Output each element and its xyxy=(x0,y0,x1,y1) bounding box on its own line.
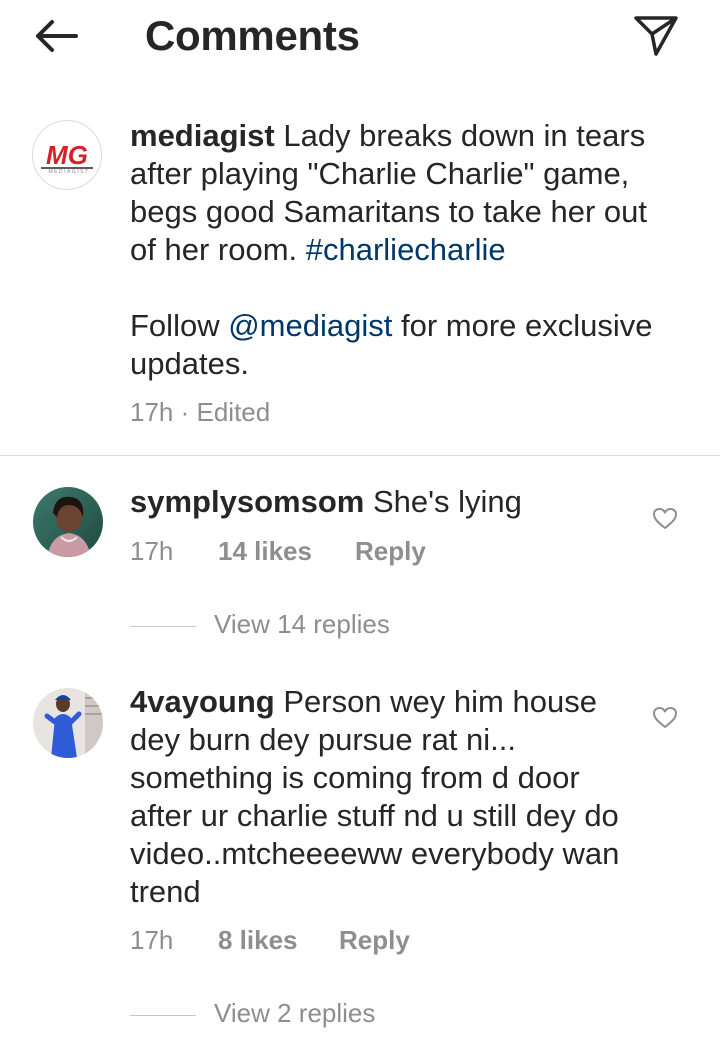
comment-meta: 17h xyxy=(130,536,173,567)
replies-divider-line xyxy=(130,1014,196,1016)
likes-label: 8 likes xyxy=(218,925,298,955)
user-photo-4vayoung xyxy=(33,688,103,758)
avatar[interactable]: MG MEDIAGIST xyxy=(32,120,102,190)
likes-count[interactable]: 8 likes xyxy=(218,925,298,956)
view-replies-button[interactable]: View 14 replies xyxy=(130,609,390,640)
comment-username[interactable]: 4vayoung xyxy=(130,684,275,719)
like-button[interactable] xyxy=(652,507,678,531)
view-replies-label: View 14 replies xyxy=(214,609,390,639)
arrow-left-icon xyxy=(36,20,78,52)
comment-body: She's lying xyxy=(364,484,522,519)
mention-link[interactable]: @mediagist xyxy=(228,308,392,343)
top-bar: Comments xyxy=(0,0,720,80)
heart-icon xyxy=(653,508,677,529)
reply-label: Reply xyxy=(355,536,426,566)
replies-divider-line xyxy=(130,625,196,627)
likes-label: 14 likes xyxy=(218,536,312,566)
reply-button[interactable]: Reply xyxy=(339,925,410,956)
follow-prefix: Follow xyxy=(130,308,229,343)
comment-meta: 17h xyxy=(130,925,173,956)
caption-meta: 17h · Edited xyxy=(130,397,270,428)
reply-button[interactable]: Reply xyxy=(355,536,426,567)
comment-text: symplysomsom She's lying xyxy=(130,483,630,521)
hashtag-link[interactable]: #charliecharlie xyxy=(306,232,506,267)
paper-plane-icon xyxy=(634,16,678,56)
divider xyxy=(0,455,720,456)
caption-text: mediagist Lady breaks down in tears afte… xyxy=(130,117,670,383)
avatar[interactable] xyxy=(33,487,103,557)
comment-username[interactable]: symplysomsom xyxy=(130,484,364,519)
comment-time: 17h xyxy=(130,925,174,955)
page-title: Comments xyxy=(145,12,360,59)
svg-text:MEDIAGIST: MEDIAGIST xyxy=(48,169,89,175)
view-replies-button[interactable]: View 2 replies xyxy=(130,998,375,1029)
share-button[interactable] xyxy=(630,10,682,58)
caption-time: 17h xyxy=(130,397,174,427)
view-replies-label: View 2 replies xyxy=(214,998,376,1028)
user-photo-symplysomsom xyxy=(33,487,103,557)
comment-text: 4vayoung Person wey him house dey burn d… xyxy=(130,683,640,911)
back-button[interactable] xyxy=(30,14,82,58)
like-button[interactable] xyxy=(652,706,678,730)
caption-username[interactable]: mediagist xyxy=(130,118,275,153)
heart-icon xyxy=(653,707,677,728)
caption-edited: · Edited xyxy=(180,397,271,427)
avatar[interactable] xyxy=(33,688,103,758)
likes-count[interactable]: 14 likes xyxy=(218,536,312,567)
mediagist-logo: MG MEDIAGIST xyxy=(41,140,93,175)
svg-text:MG: MG xyxy=(46,140,88,170)
comment-time: 17h xyxy=(130,536,174,566)
reply-label: Reply xyxy=(339,925,410,955)
